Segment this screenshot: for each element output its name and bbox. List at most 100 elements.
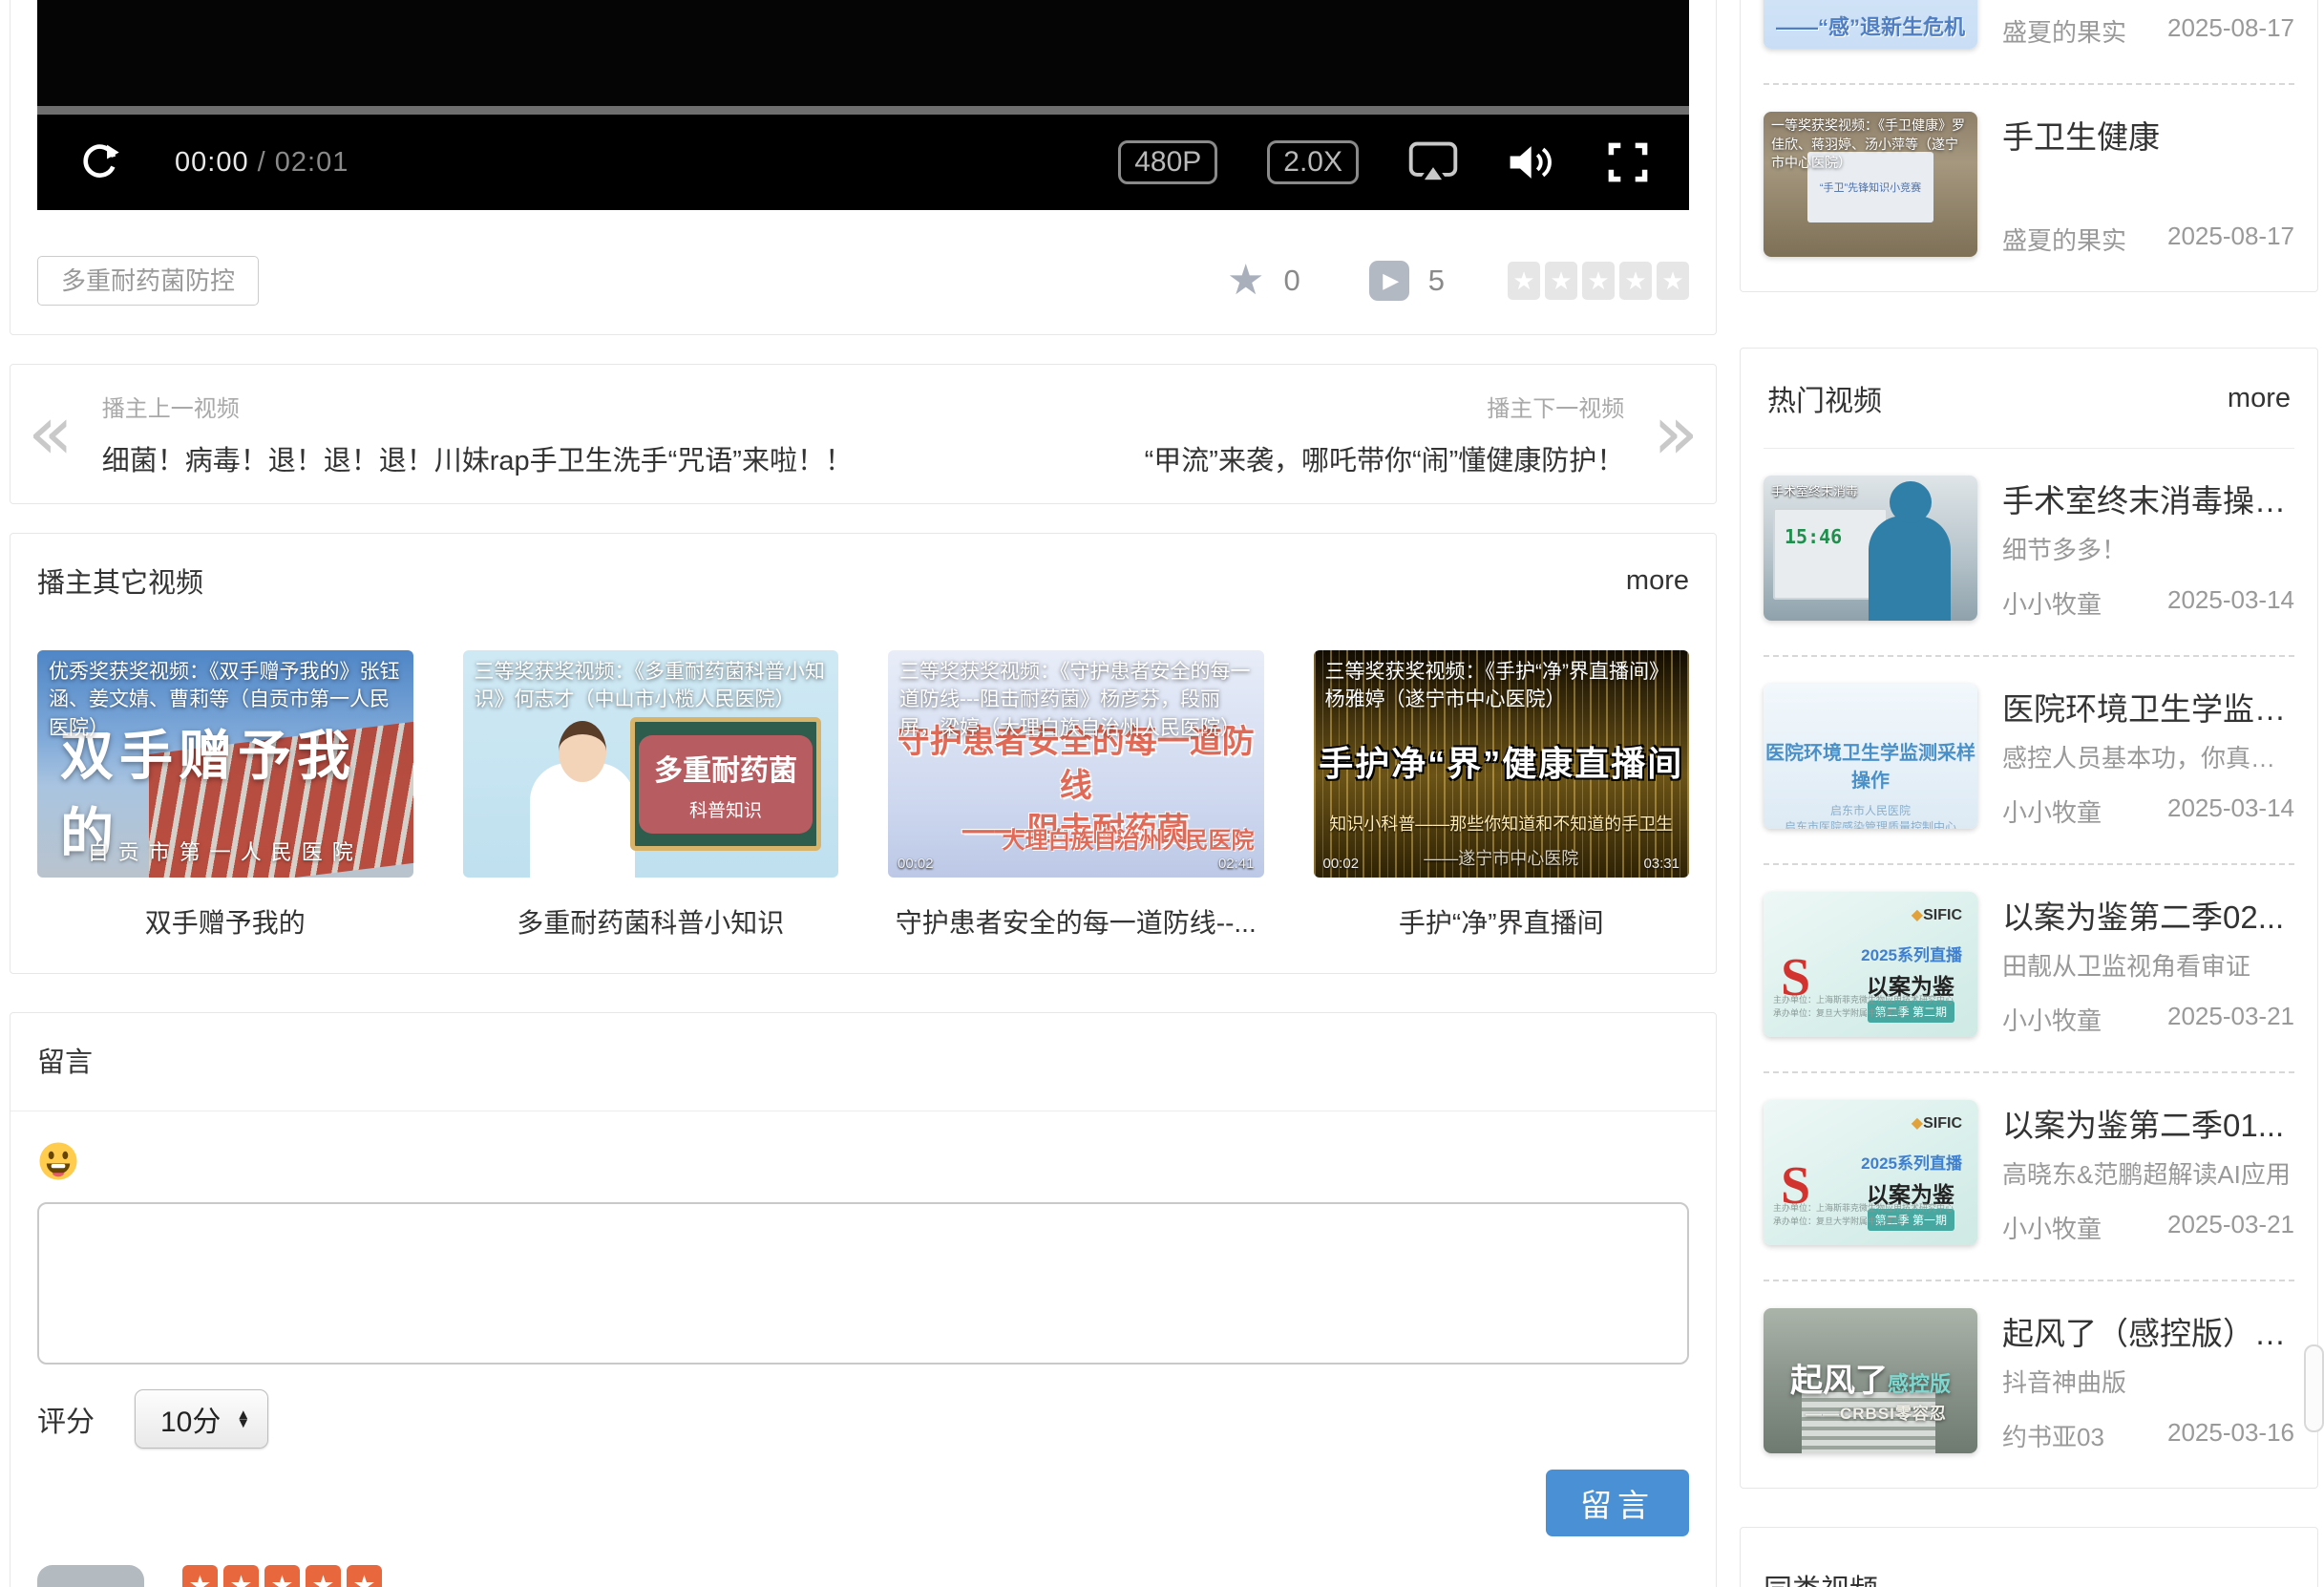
total-time: 02:01 xyxy=(275,147,349,178)
other-videos-header: 播主其它视频 more xyxy=(37,561,1689,601)
other-video-item[interactable]: 优秀奖获奖视频：《双手赠予我的》张钰涵、姜文婧、曹莉等（自贡市第一人民医院） 双… xyxy=(37,650,413,941)
other-video-item[interactable]: 三等奖获奖视频：《守护患者安全的每一道防线---阻击耐药菌》杨彦芬，段丽屏，梁婷… xyxy=(888,650,1264,941)
comment-star-icon: ★ xyxy=(347,1565,382,1587)
video-thumbnail[interactable]: S ◆SIFIC 2025系列直播 以案为鉴 第二季 第二期 主办单位：上海斯菲… xyxy=(1764,892,1977,1037)
rating-star[interactable]: ★ xyxy=(1582,262,1615,300)
emoji-icon[interactable] xyxy=(37,1140,79,1187)
video-thumbnail[interactable]: ——“感”退新生危机 xyxy=(1764,0,1977,49)
other-videos-more-link[interactable]: more xyxy=(1626,565,1689,597)
replay-icon[interactable] xyxy=(77,140,121,184)
video-thumbnail[interactable]: 手术室终末消毒 15:46 xyxy=(1764,476,1977,621)
submit-comment-button[interactable]: 留言 xyxy=(1546,1470,1689,1536)
favorite-star-icon[interactable]: ★ xyxy=(1227,260,1264,302)
video-meta: 小小牧童 2025-03-14 xyxy=(2002,794,2294,829)
rating-star[interactable]: ★ xyxy=(1545,262,1577,300)
video-title[interactable]: 双手赠予我的 xyxy=(37,902,413,941)
next-video-block[interactable]: 播主下一视频 “甲流”来袭，哪吒带你“闹”懂健康防护！ xyxy=(1145,390,1625,478)
rating-star[interactable]: ★ xyxy=(1619,262,1652,300)
video-thumbnail[interactable]: 三等奖获奖视频：《守护患者安全的每一道防线---阻击耐药菌》杨彦芬，段丽屏，梁婷… xyxy=(888,650,1264,878)
video-thumbnail[interactable]: 医院环境卫生学监测采样操作 启东市人民医院 启东市医院感染管理质量控制中心 20… xyxy=(1764,684,1977,829)
page: 00:00 / 02:01 480P 2.0X xyxy=(0,0,2324,1587)
sidebar-video-item[interactable]: 一等奖获奖视频：《手卫健康》罗佳欣、蒋羽婷、汤小萍等（遂宁市中心医院） “手卫”… xyxy=(1764,83,2294,291)
hot-video-item[interactable]: S ◆SIFIC 2025系列直播 以案为鉴 第二季 第一期 主办单位：上海斯菲… xyxy=(1764,1071,2294,1280)
video-date: 2025-08-17 xyxy=(2167,13,2294,49)
thumbnail-sub2: 启东市医院感染管理质量控制中心 xyxy=(1764,818,1977,829)
comment-item: ★ ★ ★ ★ ★ 多耐的防控措施，还挺全面的 xyxy=(37,1565,1689,1587)
prev-next-card: « 播主上一视频 细菌！病毒！退！退！退！川妹rap手卫生洗手“咒语”来啦！！ … xyxy=(10,364,1717,504)
scrollbar-thumb[interactable] xyxy=(2304,1344,2324,1432)
next-video-label: 播主下一视频 xyxy=(1145,390,1625,423)
hot-video-item[interactable]: S ◆SIFIC 2025系列直播 以案为鉴 第二季 第二期 主办单位：上海斯菲… xyxy=(1764,863,2294,1071)
player-controls: 00:00 / 02:01 480P 2.0X xyxy=(37,115,1689,210)
other-video-item[interactable]: 三等奖获奖视频：《多重耐药菌科普小知识》何志才（中山市小榄人民医院） 多重耐药菌… xyxy=(463,650,839,941)
organizer-text: 主办单位：上海斯菲克微生物应用技术研究中心 承办单位：复旦大学附属中山医院 xyxy=(1773,1202,1954,1228)
video-title[interactable]: 手术室终末消毒操作... xyxy=(2002,476,2294,521)
organizer-text: 主办单位：上海斯菲克微生物应用技术研究中心 承办单位：复旦大学附属中山医院 xyxy=(1773,994,1954,1020)
speed-button[interactable]: 2.0X xyxy=(1267,140,1359,184)
seek-bar[interactable] xyxy=(37,106,1689,115)
video-frame[interactable] xyxy=(37,0,1689,106)
player-right-controls: 480P 2.0X xyxy=(1118,140,1649,184)
comment-input[interactable] xyxy=(37,1202,1689,1365)
thumbnail-sub-text: ——CRBSI零容忍 xyxy=(1806,1400,1947,1424)
video-title[interactable]: 手护“净”界直播间 xyxy=(1314,902,1690,941)
video-player[interactable]: 00:00 / 02:01 480P 2.0X xyxy=(37,0,1689,210)
video-thumbnail[interactable]: 一等奖获奖视频：《手卫健康》罗佳欣、蒋羽婷、汤小萍等（遂宁市中心医院） “手卫”… xyxy=(1764,112,1977,257)
prev-video-block[interactable]: 播主上一视频 细菌！病毒！退！退！退！川妹rap手卫生洗手“咒语”来啦！！ xyxy=(102,390,853,478)
hot-videos-title: 热门视频 xyxy=(1767,377,1882,419)
sidebar: ——“感”退新生危机 盛夏的果实 2025-08-17 一等奖获奖视频：《手卫健… xyxy=(1740,0,2318,1587)
video-info: 手术室终末消毒操作... 细节多多！ 小小牧童 2025-03-14 xyxy=(2002,476,2294,621)
video-date: 2025-03-14 xyxy=(2167,585,2294,621)
next-chevron-icon[interactable]: » xyxy=(1653,406,1699,462)
video-subtitle: 感控人员基本功，你真的会采 xyxy=(2002,739,2294,774)
hot-video-item[interactable]: 手术室终末消毒 15:46 手术室终末消毒操作... 细节多多！ 小小牧童 20… xyxy=(1764,449,2294,655)
video-thumbnail[interactable]: 起风了感控版 ——CRBSI零容忍 xyxy=(1764,1308,1977,1453)
video-title[interactable]: 守护患者安全的每一道防线--... xyxy=(888,902,1264,941)
hot-video-item[interactable]: 起风了感控版 ——CRBSI零容忍 起风了（感控版）—... 抖音神曲版 约书亚… xyxy=(1764,1280,2294,1488)
rating-star[interactable]: ★ xyxy=(1508,262,1540,300)
thumbnail-footer-text: ——遂宁市中心医院 xyxy=(1314,845,1690,870)
next-video-title[interactable]: “甲流”来袭，哪吒带你“闹”懂健康防护！ xyxy=(1145,438,1625,478)
thumbnail-main-text: 起风了感控版 xyxy=(1790,1354,1951,1401)
rating-label: 评分 xyxy=(37,1398,95,1440)
video-title[interactable]: 以案为鉴第二季01... xyxy=(2002,1100,2294,1146)
rating-select[interactable]: 10分 ▲ ▼ xyxy=(135,1389,268,1449)
video-title[interactable]: 多重耐药菌科普小知识 xyxy=(463,902,839,941)
quality-button[interactable]: 480P xyxy=(1118,140,1217,184)
play-count-icon: ▶ xyxy=(1369,261,1409,301)
video-info: 手卫生健康 盛夏的果实 2025-08-17 xyxy=(2002,112,2294,257)
video-info: 以案为鉴第二季01... 高晓东&范鹏超解读AI应用 小小牧童 2025-03-… xyxy=(2002,1100,2294,1245)
airplay-icon[interactable] xyxy=(1408,141,1458,183)
video-title[interactable]: 医院环境卫生学监测... xyxy=(2002,684,2294,730)
video-meta-row: 多重耐药菌防控 ★ 0 ▶ 5 ★ ★ ★ ★ ★ xyxy=(37,256,1689,306)
video-title[interactable]: 起风了（感控版）—... xyxy=(2002,1308,2294,1354)
thumbnail-time-left: 00:02 xyxy=(1323,856,1360,872)
thumbnail-footer-text: 自贡市第一人民医院 xyxy=(37,836,413,866)
video-thumbnail[interactable]: 三等奖获奖视频：《手护“净”界直播间》杨雅婷（遂宁市中心医院） 手护净“界”健康… xyxy=(1314,650,1690,878)
hot-videos-more-link[interactable]: more xyxy=(2228,383,2291,414)
other-videos-title: 播主其它视频 xyxy=(37,561,203,601)
related-videos-card: 同类视频 xyxy=(1740,1527,2318,1587)
fullscreen-icon[interactable] xyxy=(1607,141,1649,183)
board-line2: 科普知识 xyxy=(654,796,797,822)
video-title[interactable]: 以案为鉴第二季02... xyxy=(2002,892,2294,938)
video-thumbnail[interactable]: 优秀奖获奖视频：《双手赠予我的》张钰涵、姜文婧、曹莉等（自贡市第一人民医院） 双… xyxy=(37,650,413,878)
video-title[interactable]: 手卫生健康 xyxy=(2002,112,2294,158)
hot-videos-card: 热门视频 more 手术室终末消毒 15:46 手术室终末消毒操作... 细节多… xyxy=(1740,348,2318,1489)
time-separator: / xyxy=(249,147,275,178)
video-date: 2025-03-14 xyxy=(2167,794,2294,829)
video-thumbnail[interactable]: S ◆SIFIC 2025系列直播 以案为鉴 第二季 第一期 主办单位：上海斯菲… xyxy=(1764,1100,1977,1245)
hot-video-item[interactable]: 医院环境卫生学监测采样操作 启东市人民医院 启东市医院感染管理质量控制中心 20… xyxy=(1764,655,2294,863)
volume-icon[interactable] xyxy=(1508,141,1557,183)
panel-numbers: 15:46 xyxy=(1785,525,1842,548)
video-tag[interactable]: 多重耐药菌防控 xyxy=(37,256,259,306)
prev-chevron-icon[interactable]: « xyxy=(28,406,74,462)
video-meta: 盛夏的果实 2025-08-17 xyxy=(2002,13,2294,49)
other-video-item[interactable]: 三等奖获奖视频：《手护“净”界直播间》杨雅婷（遂宁市中心医院） 手护净“界”健康… xyxy=(1314,650,1690,941)
video-thumbnail[interactable]: 三等奖获奖视频：《多重耐药菌科普小知识》何志才（中山市小榄人民医院） 多重耐药菌… xyxy=(463,650,839,878)
sidebar-video-item[interactable]: ——“感”退新生危机 盛夏的果实 2025-08-17 xyxy=(1764,0,2294,83)
rating-star[interactable]: ★ xyxy=(1657,262,1689,300)
prev-video-title[interactable]: 细菌！病毒！退！退！退！川妹rap手卫生洗手“咒语”来啦！！ xyxy=(102,438,853,478)
video-date: 2025-03-21 xyxy=(2167,1002,2294,1037)
main-column: 00:00 / 02:01 480P 2.0X xyxy=(10,0,1717,1587)
